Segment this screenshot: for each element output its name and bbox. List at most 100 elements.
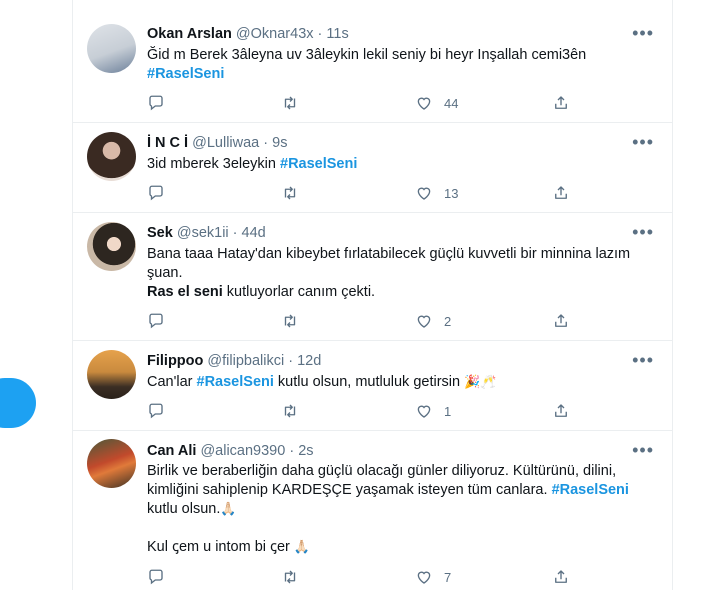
timestamp[interactable]: 12d (297, 353, 321, 369)
user-name[interactable]: Filippoo (147, 353, 203, 369)
share-icon (555, 186, 567, 199)
action-bar: 44 (147, 93, 577, 113)
text-line: kutlu olsun, mutluluk getirsin (273, 374, 465, 390)
user-name[interactable]: Can Ali (147, 443, 196, 459)
avatar[interactable] (87, 24, 136, 73)
retweet-icon (284, 314, 296, 328)
heart-icon (417, 405, 431, 418)
share-button[interactable] (552, 93, 570, 113)
retweet-button[interactable] (281, 401, 299, 421)
retweet-button[interactable] (281, 183, 299, 203)
like-button[interactable]: 44 (415, 93, 458, 113)
more-icon[interactable]: ••• (632, 223, 654, 241)
reply-button[interactable] (147, 567, 165, 587)
like-button[interactable]: 2 (415, 311, 451, 331)
timestamp[interactable]: 9s (272, 135, 287, 151)
tweet-text: Can'lar #RaselSeni kutlu olsun, mutluluk… (147, 373, 657, 392)
user-name[interactable]: Sek (147, 225, 173, 241)
like-button[interactable]: 13 (415, 183, 458, 203)
text-line: kutluyorlar canım çekti. (222, 284, 376, 300)
like-count: 44 (444, 95, 459, 111)
tweet[interactable]: Okan Arslan @Oknar43x · 11s ••• Ğid m Be… (73, 0, 672, 123)
text-line: Ğid m Berek 3âleyna uv 3âleykin lekil se… (147, 47, 587, 63)
reply-icon (149, 185, 163, 201)
retweet-button[interactable] (281, 567, 299, 587)
like-count: 7 (444, 569, 452, 585)
heart-icon (417, 315, 431, 328)
tweet-header: Can Ali @alican9390 · 2s (147, 443, 314, 459)
reply-button[interactable] (147, 401, 165, 421)
timestamp[interactable]: 11s (326, 26, 348, 42)
timestamp[interactable]: 2s (298, 443, 313, 459)
avatar[interactable] (87, 222, 136, 271)
tweet-text: Birlik ve beraberliğin daha güçlü olacağ… (147, 462, 657, 557)
separator: · (289, 443, 295, 459)
text-line: şuan. (147, 265, 183, 281)
share-icon (555, 570, 567, 583)
hashtag-link[interactable]: #RaselSeni (197, 374, 274, 390)
share-icon (555, 404, 567, 417)
heart-icon (417, 571, 431, 584)
text-line: Can'lar (147, 374, 197, 390)
tweet-feed: Okan Arslan @Oknar43x · 11s ••• Ğid m Be… (72, 0, 673, 590)
reply-icon (149, 95, 163, 111)
compose-tweet-button[interactable] (0, 378, 36, 428)
share-button[interactable] (552, 311, 570, 331)
more-icon[interactable]: ••• (632, 24, 654, 42)
reply-button[interactable] (147, 93, 165, 113)
action-bar: 1 (147, 401, 577, 421)
reply-icon (149, 313, 163, 329)
bold-text: Ras el seni (147, 284, 223, 300)
user-handle[interactable]: @alican9390 (200, 443, 285, 459)
user-handle[interactable]: @Lulliwaa (192, 135, 259, 151)
tweet[interactable]: Filippoo @filipbalikci · 12d ••• Can'lar… (73, 340, 672, 431)
user-handle[interactable]: @filipbalikci (207, 353, 284, 369)
tweet-text: 3id mberek 3eleykin #RaselSeni (147, 155, 657, 174)
separator: · (263, 135, 269, 151)
reply-button[interactable] (147, 183, 165, 203)
tweet-text: Ğid m Berek 3âleyna uv 3âleykin lekil se… (147, 46, 657, 84)
tweet[interactable]: İ N C İ @Lulliwaa · 9s ••• 3id mberek 3e… (73, 122, 672, 213)
tweet[interactable]: Can Ali @alican9390 · 2s ••• Birlik ve b… (73, 430, 672, 592)
user-handle[interactable]: @sek1ii (177, 225, 229, 241)
like-count: 13 (444, 185, 459, 201)
avatar[interactable] (87, 350, 136, 399)
user-handle[interactable]: @Oknar43x (236, 26, 314, 42)
action-bar: 7 (147, 567, 577, 587)
more-icon[interactable]: ••• (632, 133, 654, 151)
avatar[interactable] (87, 439, 136, 488)
text-line: Kul ꞔem u intom bi ꞔer (147, 539, 294, 555)
hashtag-link[interactable]: #RaselSeni (552, 482, 629, 498)
tweet-text: Bana taaa Hatay'dan kibeybet fırlatabile… (147, 245, 657, 302)
retweet-icon (284, 404, 296, 418)
reply-button[interactable] (147, 311, 165, 331)
tweet[interactable]: Sek @sek1ii · 44d ••• Bana taaa Hatay'da… (73, 212, 672, 341)
share-button[interactable] (552, 401, 570, 421)
separator: · (232, 225, 238, 241)
user-name[interactable]: Okan Arslan (147, 26, 232, 42)
timestamp[interactable]: 44d (242, 225, 266, 241)
text-line: 3id mberek 3eleykin (147, 156, 280, 172)
like-button[interactable]: 7 (415, 567, 451, 587)
retweet-button[interactable] (281, 311, 299, 331)
more-icon[interactable]: ••• (632, 441, 654, 459)
action-bar: 2 (147, 311, 577, 331)
heart-icon (417, 187, 431, 200)
action-bar: 13 (147, 183, 577, 203)
like-button[interactable]: 1 (415, 401, 451, 421)
hashtag-link[interactable]: #RaselSeni (280, 156, 357, 172)
like-count: 1 (444, 403, 452, 419)
share-icon (555, 314, 567, 327)
avatar[interactable] (87, 132, 136, 181)
share-button[interactable] (552, 183, 570, 203)
tweet-header: Sek @sek1ii · 44d (147, 225, 266, 241)
heart-icon (417, 97, 431, 110)
hashtag-link[interactable]: #RaselSeni (147, 66, 224, 82)
emoji: 🙏🏻 (293, 540, 311, 555)
share-button[interactable] (552, 567, 570, 587)
tweet-header: Okan Arslan @Oknar43x · 11s (147, 26, 349, 42)
user-name[interactable]: İ N C İ (147, 135, 188, 151)
retweet-button[interactable] (281, 93, 299, 113)
more-icon[interactable]: ••• (632, 351, 654, 369)
retweet-icon (284, 186, 296, 200)
